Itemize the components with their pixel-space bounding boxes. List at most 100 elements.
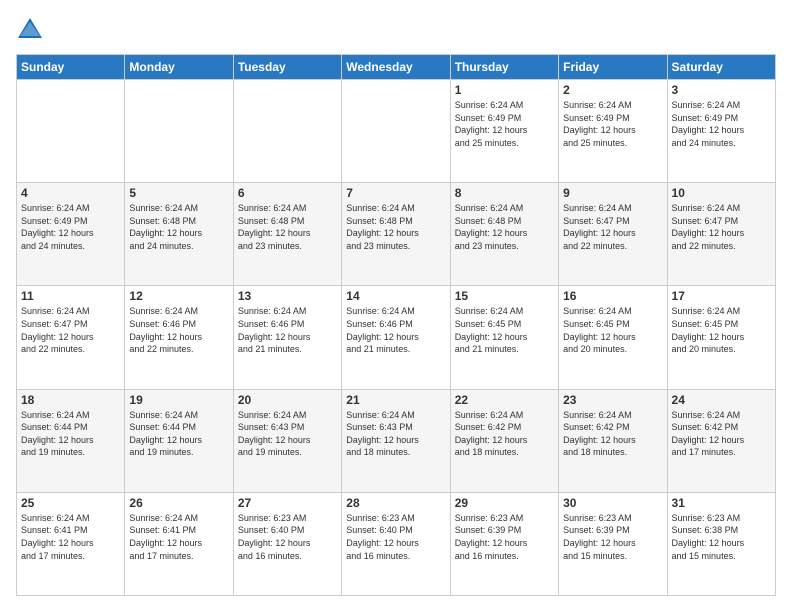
- day-number: 17: [672, 289, 771, 303]
- calendar-cell: 17 Sunrise: 6:24 AM Sunset: 6:45 PM Dayli…: [667, 286, 775, 389]
- calendar-header-thursday: Thursday: [450, 55, 558, 80]
- calendar-cell: [17, 80, 125, 183]
- day-number: 10: [672, 186, 771, 200]
- week-row-4: 18 Sunrise: 6:24 AM Sunset: 6:44 PM Dayli…: [17, 389, 776, 492]
- day-info: Sunrise: 6:24 AM Sunset: 6:45 PM Dayligh…: [672, 305, 771, 355]
- logo: [16, 16, 48, 44]
- day-info: Sunrise: 6:24 AM Sunset: 6:48 PM Dayligh…: [238, 202, 337, 252]
- calendar-cell: 18 Sunrise: 6:24 AM Sunset: 6:44 PM Dayli…: [17, 389, 125, 492]
- calendar-cell: 19Sunrise: 6:24 AM Sunset: 6:44 PM Dayli…: [125, 389, 233, 492]
- day-number: 15: [455, 289, 554, 303]
- day-number: 20: [238, 393, 337, 407]
- calendar-cell: 3Sunrise: 6:24 AM Sunset: 6:49 PM Daylig…: [667, 80, 775, 183]
- calendar-cell: 27 Sunrise: 6:23 AM Sunset: 6:40 PM Dayli…: [233, 492, 341, 595]
- calendar-header-sunday: Sunday: [17, 55, 125, 80]
- calendar-header-tuesday: Tuesday: [233, 55, 341, 80]
- calendar-cell: [342, 80, 450, 183]
- calendar-cell: 8 Sunrise: 6:24 AM Sunset: 6:48 PM Daylig…: [450, 183, 558, 286]
- day-number: 12: [129, 289, 228, 303]
- day-info: Sunrise: 6:23 AM Sunset: 6:40 PM Dayligh…: [346, 512, 445, 562]
- day-number: 8: [455, 186, 554, 200]
- calendar-cell: 25 Sunrise: 6:24 AM Sunset: 6:41 PM Dayli…: [17, 492, 125, 595]
- calendar-cell: 7 Sunrise: 6:24 AM Sunset: 6:48 PM Daylig…: [342, 183, 450, 286]
- calendar-cell: 12 Sunrise: 6:24 AM Sunset: 6:46 PM Dayli…: [125, 286, 233, 389]
- day-info: Sunrise: 6:24 AM Sunset: 6:49 PM Dayligh…: [563, 99, 662, 149]
- day-info: Sunrise: 6:23 AM Sunset: 6:39 PM Dayligh…: [563, 512, 662, 562]
- day-info: Sunrise: 6:24 AM Sunset: 6:48 PM Dayligh…: [455, 202, 554, 252]
- day-info: Sunrise: 6:24 AM Sunset: 6:43 PM Dayligh…: [346, 409, 445, 459]
- week-row-5: 25 Sunrise: 6:24 AM Sunset: 6:41 PM Dayli…: [17, 492, 776, 595]
- week-row-3: 11Sunrise: 6:24 AM Sunset: 6:47 PM Dayli…: [17, 286, 776, 389]
- calendar-cell: 1Sunrise: 6:24 AM Sunset: 6:49 PM Daylig…: [450, 80, 558, 183]
- day-info: Sunrise: 6:24 AM Sunset: 6:48 PM Dayligh…: [129, 202, 228, 252]
- calendar-cell: 28Sunrise: 6:23 AM Sunset: 6:40 PM Dayli…: [342, 492, 450, 595]
- day-info: Sunrise: 6:24 AM Sunset: 6:46 PM Dayligh…: [129, 305, 228, 355]
- day-info: Sunrise: 6:24 AM Sunset: 6:49 PM Dayligh…: [672, 99, 771, 149]
- day-number: 31: [672, 496, 771, 510]
- calendar-cell: 15 Sunrise: 6:24 AM Sunset: 6:45 PM Dayli…: [450, 286, 558, 389]
- day-number: 16: [563, 289, 662, 303]
- day-info: Sunrise: 6:24 AM Sunset: 6:41 PM Dayligh…: [21, 512, 120, 562]
- day-info: Sunrise: 6:24 AM Sunset: 6:48 PM Dayligh…: [346, 202, 445, 252]
- calendar-header-wednesday: Wednesday: [342, 55, 450, 80]
- week-row-2: 4 Sunrise: 6:24 AM Sunset: 6:49 PM Daylig…: [17, 183, 776, 286]
- day-info: Sunrise: 6:24 AM Sunset: 6:44 PM Dayligh…: [21, 409, 120, 459]
- calendar-cell: 16 Sunrise: 6:24 AM Sunset: 6:45 PM Dayli…: [559, 286, 667, 389]
- day-info: Sunrise: 6:24 AM Sunset: 6:47 PM Dayligh…: [21, 305, 120, 355]
- week-row-1: 1Sunrise: 6:24 AM Sunset: 6:49 PM Daylig…: [17, 80, 776, 183]
- calendar-cell: 20 Sunrise: 6:24 AM Sunset: 6:43 PM Dayli…: [233, 389, 341, 492]
- day-number: 18: [21, 393, 120, 407]
- calendar-cell: 31 Sunrise: 6:23 AM Sunset: 6:38 PM Dayli…: [667, 492, 775, 595]
- calendar-header-row: SundayMondayTuesdayWednesdayThursdayFrid…: [17, 55, 776, 80]
- calendar-cell: 14 Sunrise: 6:24 AM Sunset: 6:46 PM Dayli…: [342, 286, 450, 389]
- day-info: Sunrise: 6:24 AM Sunset: 6:45 PM Dayligh…: [455, 305, 554, 355]
- day-info: Sunrise: 6:23 AM Sunset: 6:38 PM Dayligh…: [672, 512, 771, 562]
- day-number: 26: [129, 496, 228, 510]
- day-number: 23: [563, 393, 662, 407]
- day-number: 4: [21, 186, 120, 200]
- day-number: 27: [238, 496, 337, 510]
- calendar-header-friday: Friday: [559, 55, 667, 80]
- day-number: 6: [238, 186, 337, 200]
- day-number: 7: [346, 186, 445, 200]
- day-info: Sunrise: 6:24 AM Sunset: 6:45 PM Dayligh…: [563, 305, 662, 355]
- calendar-cell: 4 Sunrise: 6:24 AM Sunset: 6:49 PM Daylig…: [17, 183, 125, 286]
- day-info: Sunrise: 6:24 AM Sunset: 6:47 PM Dayligh…: [672, 202, 771, 252]
- day-info: Sunrise: 6:23 AM Sunset: 6:40 PM Dayligh…: [238, 512, 337, 562]
- day-number: 9: [563, 186, 662, 200]
- day-number: 13: [238, 289, 337, 303]
- day-number: 2: [563, 83, 662, 97]
- calendar-cell: [233, 80, 341, 183]
- day-number: 29: [455, 496, 554, 510]
- day-info: Sunrise: 6:24 AM Sunset: 6:46 PM Dayligh…: [238, 305, 337, 355]
- calendar-cell: [125, 80, 233, 183]
- day-info: Sunrise: 6:24 AM Sunset: 6:49 PM Dayligh…: [21, 202, 120, 252]
- day-info: Sunrise: 6:24 AM Sunset: 6:46 PM Dayligh…: [346, 305, 445, 355]
- calendar-cell: 6 Sunrise: 6:24 AM Sunset: 6:48 PM Daylig…: [233, 183, 341, 286]
- calendar-cell: 24Sunrise: 6:24 AM Sunset: 6:42 PM Dayli…: [667, 389, 775, 492]
- day-info: Sunrise: 6:24 AM Sunset: 6:42 PM Dayligh…: [563, 409, 662, 459]
- calendar-cell: 2 Sunrise: 6:24 AM Sunset: 6:49 PM Daylig…: [559, 80, 667, 183]
- calendar-cell: 13 Sunrise: 6:24 AM Sunset: 6:46 PM Dayli…: [233, 286, 341, 389]
- day-info: Sunrise: 6:24 AM Sunset: 6:43 PM Dayligh…: [238, 409, 337, 459]
- calendar-cell: 22Sunrise: 6:24 AM Sunset: 6:42 PM Dayli…: [450, 389, 558, 492]
- day-info: Sunrise: 6:24 AM Sunset: 6:49 PM Dayligh…: [455, 99, 554, 149]
- calendar-cell: 9 Sunrise: 6:24 AM Sunset: 6:47 PM Daylig…: [559, 183, 667, 286]
- logo-icon: [16, 16, 44, 44]
- day-info: Sunrise: 6:24 AM Sunset: 6:41 PM Dayligh…: [129, 512, 228, 562]
- calendar-header-saturday: Saturday: [667, 55, 775, 80]
- day-number: 14: [346, 289, 445, 303]
- calendar-cell: 11Sunrise: 6:24 AM Sunset: 6:47 PM Dayli…: [17, 286, 125, 389]
- calendar-cell: 21Sunrise: 6:24 AM Sunset: 6:43 PM Dayli…: [342, 389, 450, 492]
- day-number: 22: [455, 393, 554, 407]
- day-info: Sunrise: 6:23 AM Sunset: 6:39 PM Dayligh…: [455, 512, 554, 562]
- header: [16, 16, 776, 44]
- day-number: 5: [129, 186, 228, 200]
- day-number: 25: [21, 496, 120, 510]
- calendar-body: 1Sunrise: 6:24 AM Sunset: 6:49 PM Daylig…: [17, 80, 776, 596]
- day-info: Sunrise: 6:24 AM Sunset: 6:44 PM Dayligh…: [129, 409, 228, 459]
- calendar-cell: 23 Sunrise: 6:24 AM Sunset: 6:42 PM Dayli…: [559, 389, 667, 492]
- calendar-table: SundayMondayTuesdayWednesdayThursdayFrid…: [16, 54, 776, 596]
- day-info: Sunrise: 6:24 AM Sunset: 6:47 PM Dayligh…: [563, 202, 662, 252]
- calendar-cell: 5 Sunrise: 6:24 AM Sunset: 6:48 PM Daylig…: [125, 183, 233, 286]
